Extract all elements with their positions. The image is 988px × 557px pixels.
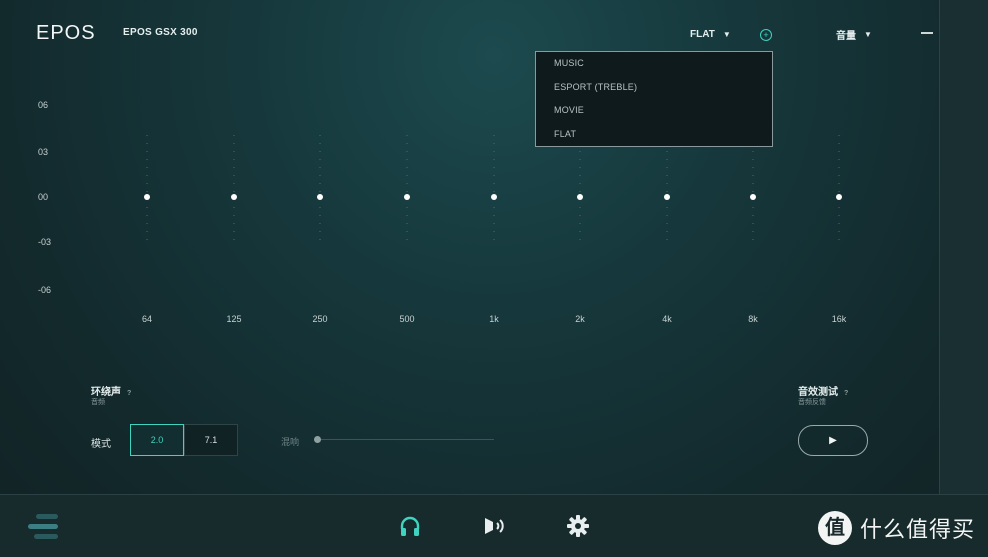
eq-band-point[interactable] (144, 194, 150, 200)
mode-2-0-button[interactable]: 2.0 (130, 424, 184, 456)
chevron-down-icon: ▼ (864, 30, 872, 39)
eq-band-point[interactable] (750, 194, 756, 200)
play-icon: ▶ (829, 435, 837, 446)
mode-7-1-button[interactable]: 7.1 (184, 424, 238, 456)
play-test-button[interactable]: ▶ (798, 425, 868, 456)
preset-option-music[interactable]: MUSIC (536, 52, 772, 76)
eq-band-point[interactable] (664, 194, 670, 200)
x-tick-label: 64 (141, 314, 153, 324)
reverb-label: 混响 (281, 437, 300, 447)
sound-test-subtitle: 音频反馈 (798, 399, 826, 406)
eq-band-point[interactable] (231, 194, 237, 200)
minimize-icon[interactable] (921, 32, 933, 34)
watermark: 值 什么值得买 (818, 510, 978, 546)
eq-plot[interactable] (0, 90, 940, 310)
menu-icon[interactable] (28, 512, 60, 542)
brand-logo: EPOS (36, 22, 96, 44)
eq-chart: 06 03 00 -03 -06 64 125 250 500 1k 2k 4k 8k 16k (0, 90, 940, 340)
chevron-down-icon: ▼ (722, 30, 731, 39)
gear-icon[interactable] (566, 514, 590, 538)
plus-icon[interactable]: + (760, 29, 772, 41)
preset-label: FLAT (690, 29, 715, 40)
eq-band-point[interactable] (836, 194, 842, 200)
preset-dropdown: MUSIC ESPORT (TREBLE) MOVIE FLAT (535, 51, 773, 147)
x-tick-label: 500 (399, 314, 415, 324)
watermark-text: 什么值得买 (860, 517, 976, 542)
x-tick-label: 125 (226, 314, 242, 324)
x-tick-label: 2k (575, 314, 585, 324)
headphones-icon[interactable] (398, 514, 422, 538)
eq-band-point[interactable] (404, 194, 410, 200)
preset-selector[interactable]: FLAT ▼ (690, 29, 731, 40)
volume-label: 音量 (836, 31, 856, 42)
eq-band-point[interactable] (317, 194, 323, 200)
speaker-waves-icon[interactable] (482, 514, 506, 538)
x-tick-label: 250 (312, 314, 328, 324)
preset-option-movie[interactable]: MOVIE (536, 99, 772, 123)
surround-subtitle: 音频 (91, 399, 105, 406)
app-window: EPOS EPOS GSX 300 FLAT ▼ + 音量 ▼ 06 03 00… (0, 0, 940, 494)
mode-label: 模式 (91, 439, 111, 450)
x-tick-label: 1k (489, 314, 499, 324)
reverb-slider-track[interactable] (318, 439, 494, 440)
eq-band-point[interactable] (491, 194, 497, 200)
help-icon[interactable]: ? (844, 390, 848, 397)
sound-test-title: 音效测试? (798, 383, 848, 398)
reverb-slider-handle[interactable] (314, 436, 321, 443)
eq-band-point[interactable] (577, 194, 583, 200)
surround-title: 环绕声? (91, 383, 131, 398)
x-tick-label: 4k (662, 314, 672, 324)
volume-selector[interactable]: 音量 ▼ (836, 27, 872, 42)
x-tick-label: 16k (831, 314, 847, 324)
right-side-panel (939, 0, 988, 494)
device-name: EPOS GSX 300 (123, 27, 198, 38)
preset-option-esport[interactable]: ESPORT (TREBLE) (536, 76, 772, 100)
watermark-logo: 值 (818, 511, 852, 545)
preset-option-flat[interactable]: FLAT (536, 123, 772, 147)
help-icon[interactable]: ? (127, 390, 131, 397)
x-tick-label: 8k (748, 314, 758, 324)
